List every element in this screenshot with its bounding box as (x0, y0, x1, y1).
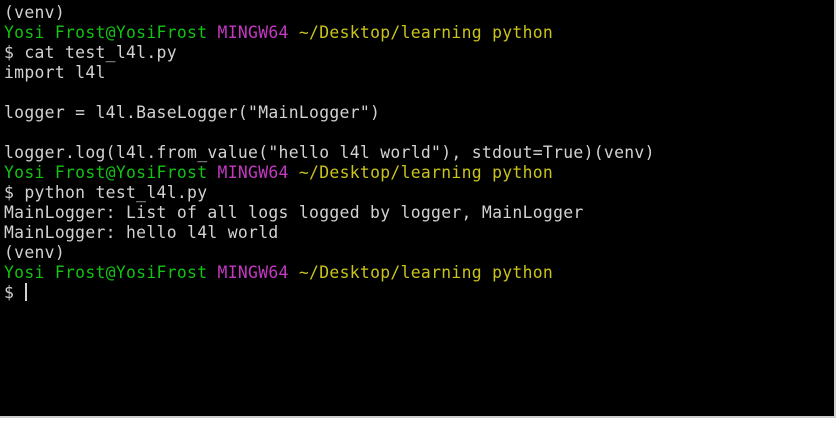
terminal-line: Yosi Frost@YosiFrost MINGW64 ~/Desktop/l… (4, 163, 834, 183)
terminal-line: $ python test_l4l.py (4, 183, 834, 203)
terminal-line: import l4l (4, 63, 834, 83)
prompt-shell-name: MINGW64 (217, 23, 299, 42)
terminal-text: $ python test_l4l.py (4, 183, 208, 202)
terminal-line: (venv) (4, 243, 834, 263)
terminal-text: (venv) (4, 243, 66, 262)
terminal-line: logger.log(l4l.from_value("hello l4l wor… (4, 143, 834, 163)
prompt-user-host: Yosi Frost@YosiFrost (4, 263, 218, 282)
prompt-shell-name: MINGW64 (217, 263, 299, 282)
prompt-user-host: Yosi Frost@YosiFrost (4, 23, 218, 42)
terminal-line: $ cat test_l4l.py (4, 43, 834, 63)
terminal-text: $ cat test_l4l.py (4, 43, 177, 62)
prompt-user-host: Yosi Frost@YosiFrost (4, 163, 218, 182)
terminal-line: Yosi Frost@YosiFrost MINGW64 ~/Desktop/l… (4, 23, 834, 43)
terminal-line: logger = l4l.BaseLogger("MainLogger") (4, 103, 834, 123)
prompt-path: ~/Desktop/learning python (298, 163, 554, 182)
terminal-text: $ (4, 283, 25, 302)
terminal-line: Yosi Frost@YosiFrost MINGW64 ~/Desktop/l… (4, 263, 834, 283)
terminal-text: import l4l (4, 63, 106, 82)
terminal-line: $ (4, 283, 834, 303)
terminal-text: MainLogger: List of all logs logged by l… (4, 203, 584, 222)
prompt-shell-name: MINGW64 (217, 163, 299, 182)
terminal-text: logger.log(l4l.from_value("hello l4l wor… (4, 143, 655, 162)
terminal-output[interactable]: (venv) Yosi Frost@YosiFrost MINGW64 ~/Des… (4, 3, 834, 303)
terminal-line: (venv) (4, 3, 834, 23)
prompt-path: ~/Desktop/learning python (298, 23, 554, 42)
terminal-line: MainLogger: hello l4l world (4, 223, 834, 243)
prompt-path: ~/Desktop/learning python (298, 263, 554, 282)
terminal-text: (venv) (4, 3, 66, 22)
terminal-text: logger = l4l.BaseLogger("MainLogger") (4, 103, 381, 122)
terminal-text: MainLogger: hello l4l world (4, 223, 279, 242)
text-cursor (25, 283, 28, 301)
terminal-line: MainLogger: List of all logs logged by l… (4, 203, 834, 223)
terminal-window[interactable]: (venv) Yosi Frost@YosiFrost MINGW64 ~/Des… (0, 0, 836, 418)
